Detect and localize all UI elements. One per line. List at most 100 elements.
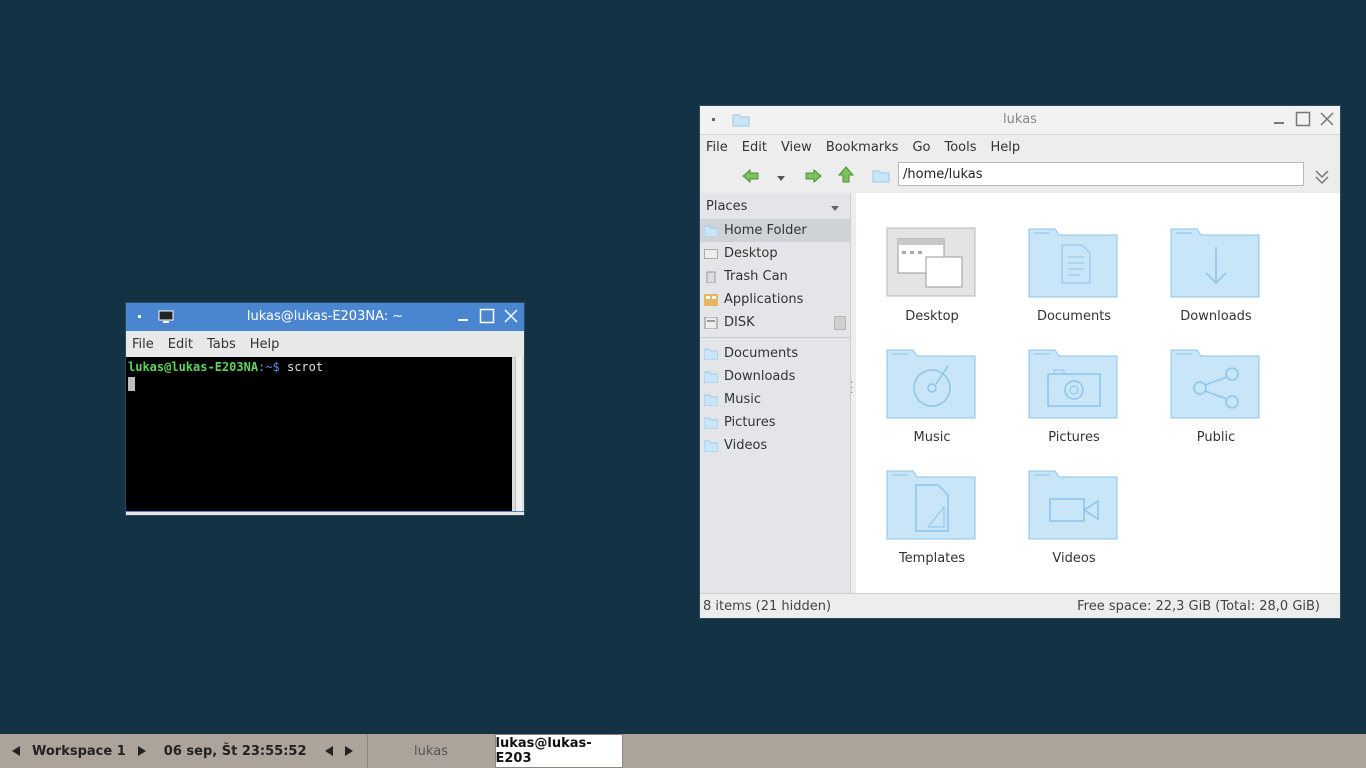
menu-help[interactable]: Help [991, 140, 1021, 155]
status-item-count: 8 items (21 hidden) [703, 598, 832, 614]
menu-bookmarks[interactable]: Bookmarks [826, 140, 899, 155]
sidebar-item-applications[interactable]: Applications [700, 288, 850, 311]
file-item-templates[interactable]: Templates [882, 469, 982, 566]
file-item-label: Music [913, 430, 951, 445]
fm-statusbar: 8 items (21 hidden) Free space: 22,3 GiB… [700, 593, 1340, 618]
sidebar-item-music[interactable]: Music [700, 388, 850, 411]
folder-icon [703, 348, 719, 360]
history-dropdown-icon[interactable] [776, 172, 786, 187]
terminal-titlebar[interactable]: lukas@lukas-E203NA: ~ [126, 303, 524, 331]
file-manager-window[interactable]: lukas File Edit View Bookmarks Go Tools … [700, 106, 1340, 618]
pane-resize-handle[interactable]: · · · [850, 379, 853, 399]
forward-arrow-icon[interactable] [804, 168, 822, 188]
prompt-user: lukas@lukas-E203NA [128, 360, 259, 374]
menu-tabs[interactable]: Tabs [207, 337, 236, 352]
terminal-scrollbar[interactable] [515, 357, 522, 512]
sidebar-item-label: Applications [724, 292, 804, 307]
chevron-down-icon[interactable] [830, 202, 840, 217]
terminal-screen[interactable]: lukas@lukas-E203NA:~$ scrot [126, 357, 512, 512]
menu-view[interactable]: View [781, 140, 812, 155]
menu-edit[interactable]: Edit [742, 140, 767, 155]
sidebar-item-label: DISK [724, 315, 755, 330]
maximize-icon[interactable] [1294, 110, 1312, 128]
terminal-cursor [128, 377, 135, 391]
menu-file[interactable]: File [706, 140, 728, 155]
taskbar-task-file-manager[interactable]: lukas [366, 734, 495, 768]
music-folder-icon [886, 349, 978, 424]
clock: 06 sep, Št 23:55:52 [163, 743, 307, 759]
file-item-label: Videos [1052, 551, 1096, 566]
trash-icon [704, 271, 718, 283]
folder-icon [703, 417, 719, 429]
file-item-label: Documents [1036, 309, 1112, 324]
sidebar-item-trash[interactable]: Trash Can [700, 265, 850, 288]
file-item-downloads[interactable]: Downloads [1166, 227, 1266, 324]
terminal-menubar: File Edit Tabs Help [126, 331, 524, 358]
templates-folder-icon [886, 470, 978, 545]
folder-icon [703, 394, 719, 406]
file-item-public[interactable]: Public [1166, 348, 1266, 445]
documents-folder-icon [1028, 228, 1120, 303]
videos-folder-icon [1028, 470, 1120, 545]
maximize-icon[interactable] [478, 307, 496, 325]
taskbar: Workspace 1 06 sep, Št 23:55:52 lukas lu… [0, 734, 1366, 768]
menu-tools[interactable]: Tools [944, 140, 976, 155]
home-folder-icon [703, 225, 719, 237]
prev-workspace-icon[interactable] [6, 734, 26, 768]
menu-help[interactable]: Help [250, 337, 280, 352]
applications-icon [704, 293, 718, 306]
file-view[interactable]: Desktop Documents Downloads Music Pictur… [856, 193, 1340, 593]
public-folder-icon [1170, 349, 1262, 424]
path-input[interactable] [898, 162, 1304, 186]
back-arrow-icon[interactable] [742, 168, 760, 188]
pictures-folder-icon [1028, 349, 1120, 424]
minimize-icon[interactable] [454, 307, 472, 325]
sidebar-item-label: Videos [724, 438, 768, 453]
fm-title: lukas [1003, 112, 1037, 127]
fm-titlebar[interactable]: lukas [700, 106, 1340, 135]
file-item-label: Public [1196, 430, 1236, 445]
file-item-videos[interactable]: Videos [1024, 469, 1124, 566]
downloads-folder-icon [1170, 228, 1262, 303]
terminal-bottom-border [126, 511, 524, 515]
file-item-label: Templates [898, 551, 966, 566]
sidebar-separator [700, 337, 850, 338]
prev-task-icon[interactable] [319, 734, 339, 768]
go-icon[interactable] [1312, 167, 1332, 191]
menu-file[interactable]: File [132, 337, 154, 352]
sidebar-item-label: Documents [724, 346, 799, 361]
menu-go[interactable]: Go [912, 140, 930, 155]
taskbar-task-terminal[interactable]: lukas@lukas-E203 [494, 734, 623, 768]
fm-menubar: File Edit View Bookmarks Go Tools Help [700, 135, 1340, 159]
close-icon[interactable] [1318, 110, 1336, 128]
sidebar-item-pictures[interactable]: Pictures [700, 411, 850, 434]
sidebar-item-label: Desktop [724, 246, 778, 261]
sidebar-item-label: Pictures [724, 415, 776, 430]
workspace-label[interactable]: Workspace 1 [26, 744, 132, 759]
next-task-icon[interactable] [339, 734, 359, 768]
next-workspace-icon[interactable] [132, 734, 152, 768]
sidebar-item-videos[interactable]: Videos [700, 434, 850, 457]
sidebar-item-downloads[interactable]: Downloads [700, 365, 850, 388]
file-item-pictures[interactable]: Pictures [1024, 348, 1124, 445]
close-icon[interactable] [502, 307, 520, 325]
home-folder-icon[interactable] [872, 169, 890, 187]
sidebar-item-home[interactable]: Home Folder [700, 219, 850, 242]
menu-edit[interactable]: Edit [168, 337, 193, 352]
sidebar-item-documents[interactable]: Documents [700, 342, 850, 365]
up-arrow-icon[interactable] [837, 166, 855, 188]
terminal-window[interactable]: lukas@lukas-E203NA: ~ File Edit Tabs Hel… [126, 303, 524, 515]
sidebar-item-desktop[interactable]: Desktop [700, 242, 850, 265]
folder-icon [703, 371, 719, 383]
minimize-icon[interactable] [1270, 110, 1288, 128]
sidebar-item-disk[interactable]: DISK [700, 311, 850, 334]
sidebar-item-label: Music [724, 392, 761, 407]
file-item-documents[interactable]: Documents [1024, 227, 1124, 324]
file-item-music[interactable]: Music [882, 348, 982, 445]
fm-toolbar [700, 159, 1340, 193]
eject-icon[interactable] [834, 316, 846, 330]
terminal-command: scrot [286, 360, 324, 374]
places-header[interactable]: Places [700, 193, 850, 219]
file-item-desktop[interactable]: Desktop [882, 227, 982, 324]
file-item-label: Downloads [1180, 309, 1252, 324]
